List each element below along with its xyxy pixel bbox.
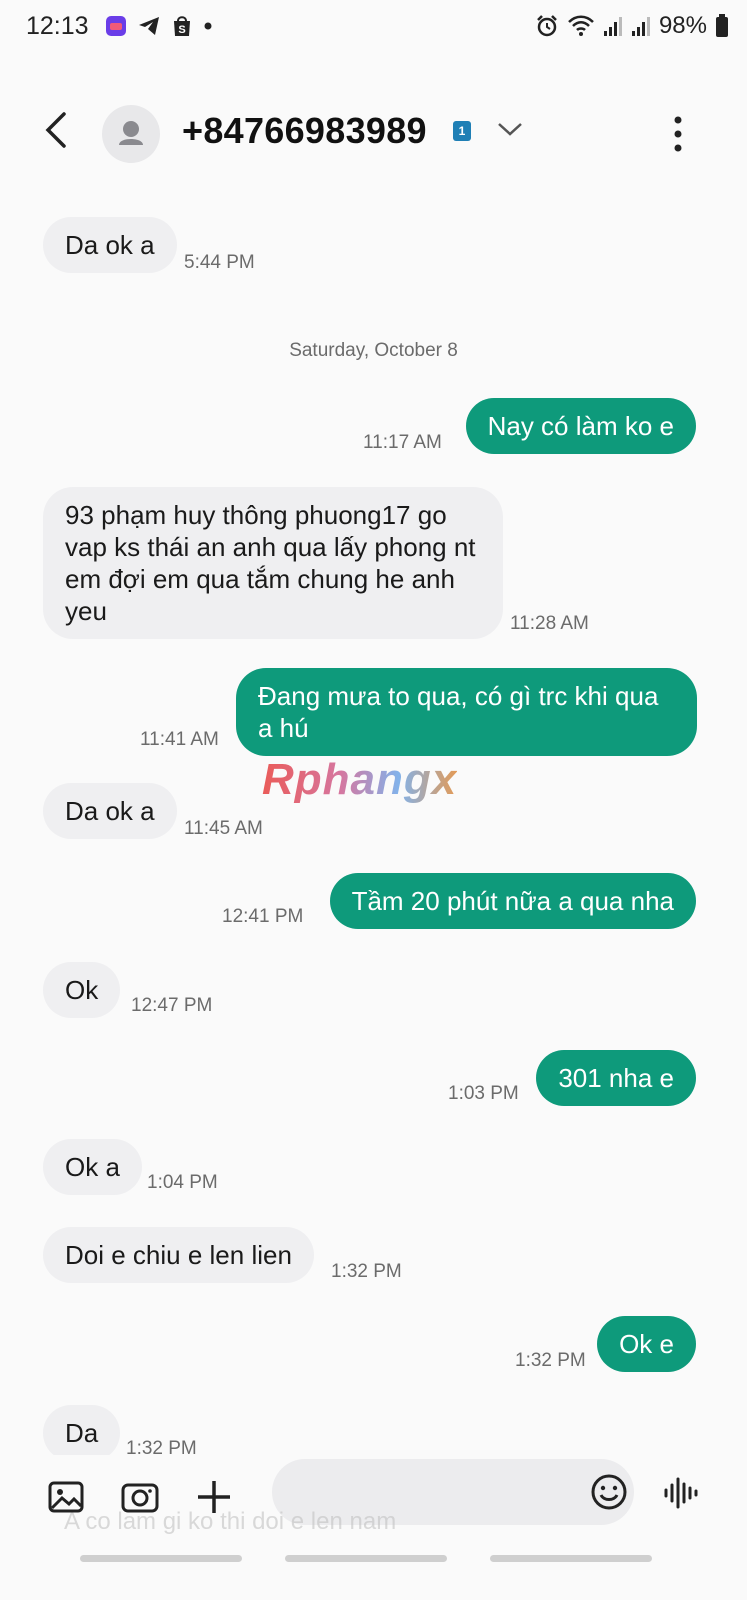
- message-bubble-outgoing[interactable]: 301 nha e: [536, 1050, 696, 1106]
- conversation-header: +84766983989 1: [0, 96, 747, 172]
- emoji-icon[interactable]: [590, 1473, 628, 1511]
- voice-wave-icon[interactable]: [662, 1473, 702, 1513]
- nav-home-handle[interactable]: [285, 1555, 447, 1562]
- back-arrow-icon[interactable]: [40, 110, 76, 150]
- message-time: 1:32 PM: [331, 1261, 402, 1282]
- message-time: 11:41 AM: [140, 729, 219, 750]
- date-separator: Saturday, October 8: [289, 340, 458, 361]
- wifi-icon: [568, 15, 594, 36]
- telegram-icon: [139, 17, 159, 35]
- status-time: 12:13: [26, 12, 89, 40]
- alarm-icon: [537, 15, 557, 37]
- message-time: 1:32 PM: [515, 1350, 586, 1371]
- chevron-down-icon[interactable]: [495, 118, 525, 140]
- message-bubble-incoming[interactable]: Doi e chiu e len lien: [43, 1227, 314, 1283]
- contact-title[interactable]: +84766983989: [182, 110, 427, 152]
- lazada-icon: [106, 16, 126, 36]
- message-bubble-incoming[interactable]: Da: [43, 1405, 121, 1461]
- nav-recents-handle[interactable]: [80, 1555, 242, 1562]
- message-bubble-outgoing[interactable]: Đang mưa to qua, có gì trc khi qua a hú: [236, 668, 697, 756]
- signal-icon: [631, 17, 650, 36]
- message-bubble-incoming[interactable]: Da ok a: [43, 783, 177, 839]
- status-right: 98%: [535, 12, 729, 40]
- battery-percent: 98%: [658, 12, 707, 39]
- message-time: 11:17 AM: [363, 432, 442, 453]
- message-time: 12:41 PM: [222, 906, 304, 927]
- message-bubble-incoming[interactable]: 93 phạm huy thông phuong17 go vap ks thá…: [43, 487, 503, 639]
- more-options-icon[interactable]: [672, 114, 684, 154]
- message-bubble-outgoing[interactable]: Nay có làm ko e: [465, 398, 696, 454]
- person-icon: [119, 121, 143, 145]
- status-bar: 12:13 S 98%: [0, 0, 747, 56]
- navigation-bar: [0, 1545, 747, 1600]
- signal-icon: [603, 17, 622, 36]
- message-time: 1:03 PM: [448, 1083, 519, 1104]
- svg-text:S: S: [178, 24, 185, 36]
- dot-icon: [204, 22, 212, 30]
- avatar[interactable]: [102, 105, 160, 163]
- message-time: 5:44 PM: [184, 252, 255, 273]
- nav-back-handle[interactable]: [490, 1555, 652, 1562]
- message-time: 11:28 AM: [510, 613, 589, 634]
- message-thread[interactable]: Da ok a 5:44 PM Saturday, October 8 Nay …: [0, 200, 747, 1465]
- message-bubble-incoming[interactable]: Da ok a: [43, 217, 177, 273]
- message-bubble-incoming[interactable]: Ok a: [43, 1139, 142, 1195]
- behind-message-text: A co lam gi ko thi doi e len nam: [64, 1508, 397, 1535]
- message-time: 11:45 AM: [184, 818, 263, 839]
- message-time: 12:47 PM: [131, 995, 213, 1016]
- notification-icons: S: [105, 14, 213, 38]
- shopee-icon: S: [174, 16, 190, 36]
- message-bubble-incoming[interactable]: Ok: [43, 962, 121, 1018]
- message-time: 1:04 PM: [147, 1172, 218, 1193]
- message-bubble-outgoing[interactable]: Ok e: [597, 1316, 696, 1372]
- message-bubble-outgoing[interactable]: Tầm 20 phút nữa a qua nha: [329, 873, 696, 929]
- sim-badge: 1: [453, 121, 471, 141]
- battery-icon: [716, 14, 728, 37]
- watermark-logo: Rphangx: [262, 755, 458, 804]
